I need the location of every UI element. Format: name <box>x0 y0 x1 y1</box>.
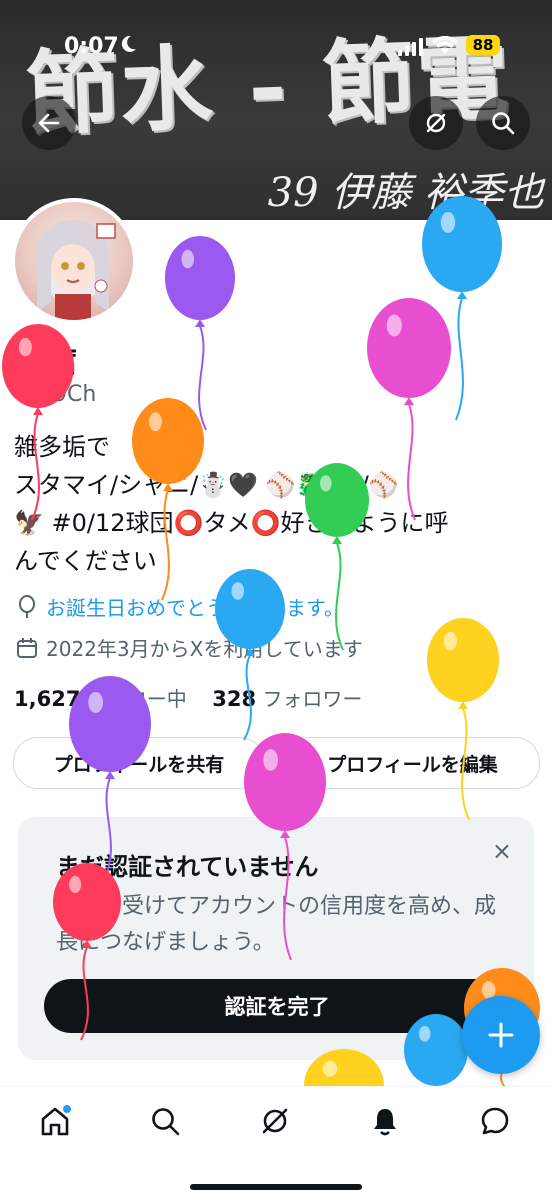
grok-button[interactable] <box>409 96 463 150</box>
battery-indicator: 88 <box>466 35 500 55</box>
profile-bio: 雑多垢で スタマイ/シャニ/☃️🖤 ⚾️🐉#2/⚾️ 🦅 #0/12球団⭕タメ⭕… <box>14 428 534 580</box>
balloon-highlight <box>322 1060 338 1077</box>
calendar-icon <box>17 637 37 658</box>
grok-icon <box>262 1108 288 1134</box>
balloon-knot <box>195 319 205 327</box>
balloon-highlight <box>440 211 456 233</box>
followers-label: フォロワー <box>262 687 363 711</box>
birthday-text[interactable]: お誕生日おめでとうございます。 <box>46 592 344 621</box>
balloon-highlight <box>263 749 279 771</box>
joined-row: 2022年3月からXを利用しています <box>16 633 363 662</box>
grok-icon <box>426 113 446 133</box>
balloon-highlight <box>419 1025 431 1042</box>
followers-link[interactable]: 328 フォロワー <box>212 687 362 711</box>
balloon-body <box>69 676 151 772</box>
avatar[interactable] <box>11 198 137 324</box>
tab-grok[interactable] <box>255 1101 295 1141</box>
tab-home[interactable] <box>35 1101 75 1141</box>
bio-line: 🦅 #0/12球団⭕タメ⭕好きなように呼 <box>14 509 449 537</box>
wifi-icon <box>432 36 458 54</box>
bio-line: 雑多垢で <box>14 433 110 461</box>
search-icon <box>492 112 515 135</box>
balloon-yellow <box>427 618 499 821</box>
following-count: 1,627 <box>14 687 81 711</box>
balloon-body <box>215 569 285 649</box>
balloon-icon <box>19 594 35 618</box>
balloon-highlight <box>68 875 82 894</box>
banner-subtitle: 39 伊藤 裕季也 <box>267 170 544 216</box>
search-icon <box>152 1108 180 1136</box>
compose-button[interactable] <box>462 996 540 1074</box>
balloon-body <box>427 618 499 702</box>
avatar-illustration <box>36 220 116 320</box>
search-button[interactable] <box>476 96 530 150</box>
joined-text: 2022年3月からXを利用しています <box>46 637 363 661</box>
home-icon <box>41 1105 71 1136</box>
balloon-knot <box>33 407 43 415</box>
messages-icon <box>481 1107 509 1135</box>
close-icon[interactable]: × <box>492 837 512 865</box>
plus-icon <box>488 1022 514 1048</box>
home-indicator <box>190 1184 362 1190</box>
balloon-body <box>165 236 235 320</box>
balloon-string <box>455 297 464 421</box>
back-arrow-icon <box>38 113 60 133</box>
balloon-body <box>367 298 451 398</box>
balloon-knot <box>458 701 468 709</box>
balloon-knot <box>404 397 414 405</box>
status-time: 0:07 <box>64 34 119 59</box>
balloon-body <box>422 196 502 292</box>
balloon-highlight <box>88 691 104 713</box>
tab-notifications[interactable] <box>365 1101 405 1141</box>
balloon-highlight <box>320 475 332 492</box>
balloon-highlight <box>148 412 162 432</box>
balloon-knot <box>457 291 467 299</box>
moon-icon <box>121 35 136 52</box>
tab-messages[interactable] <box>475 1101 515 1141</box>
balloon-string <box>198 325 207 431</box>
verification-body: 認証を受けてアカウントの信用度を高め、成長につなげましょう。 <box>56 894 497 955</box>
balloon-body <box>53 863 121 941</box>
balloon-highlight <box>231 582 245 600</box>
back-button[interactable] <box>22 96 76 150</box>
balloon-body <box>244 733 326 831</box>
balloon-highlight <box>181 249 195 269</box>
balloon-highlight <box>18 337 32 357</box>
balloon-body <box>305 463 369 537</box>
signal-icon <box>398 38 423 56</box>
balloon-body <box>132 398 204 484</box>
bio-line: んでください <box>14 547 157 575</box>
balloon-highlight <box>386 314 402 337</box>
balloon-body <box>404 1014 468 1086</box>
bio-line: スタマイ/シャニ/☃️🖤 ⚾️🐉#2/⚾️ <box>14 471 399 499</box>
birthday-row[interactable]: お誕生日おめでとうございます。 <box>16 592 344 621</box>
status-bar: 0:07 88 <box>0 0 552 90</box>
notifications-icon <box>374 1109 396 1136</box>
follow-stats: 1,627 フォロー中 328 フォロワー <box>14 683 362 712</box>
balloon-highlight <box>443 631 457 651</box>
tab-search[interactable] <box>145 1101 185 1141</box>
balloon-blue <box>404 1014 468 1093</box>
balloon-body <box>2 324 74 408</box>
